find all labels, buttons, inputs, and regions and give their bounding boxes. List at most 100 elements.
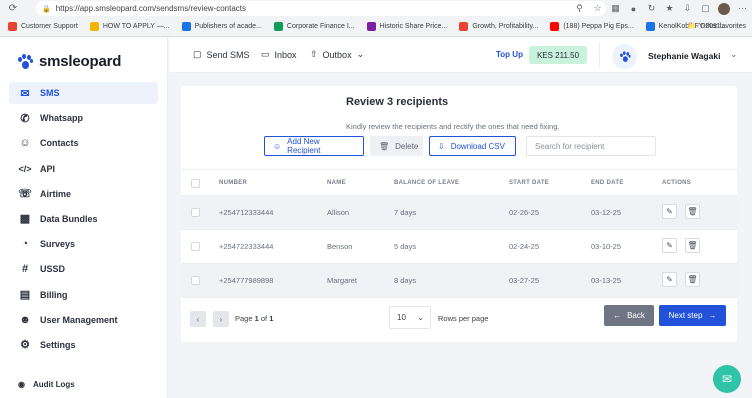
cell-name: Benson [327,242,353,251]
extension-icon[interactable]: ● [628,3,639,14]
select-all-checkbox[interactable] [191,179,200,188]
top-up-link[interactable]: Top Up [496,50,523,59]
edit-icon[interactable]: ✎ [662,238,677,253]
cell-start-date: 02-24-25 [509,242,540,251]
avatar[interactable] [612,44,637,69]
inbox-link[interactable]: ▭ Inbox [261,49,297,60]
extension-icon[interactable]: ▦ [610,3,621,14]
favorites-icon[interactable]: ★ [664,3,675,14]
bookmark-item[interactable]: Customer Support [8,22,78,31]
star-icon[interactable]: ☆ [592,3,603,14]
arrow-left-icon: ← [613,311,622,320]
cell-number: +254777989898 [219,276,274,285]
rows-per-page-select[interactable]: 10 ⌄ [389,306,431,329]
trash-icon[interactable]: 🗑 [685,204,700,219]
bookmark-item[interactable]: Growth, Profitability... [459,22,538,31]
sidebar-item-label: Airtime [40,188,72,199]
send-sms-link[interactable]: ▢ Send SMS [193,49,250,60]
cell-end-date: 03-10-25 [591,242,622,251]
add-recipient-label: Add New Recipient [287,137,321,155]
chat-support-icon[interactable]: ✉ [713,365,741,393]
sidebar-item-data-bundles[interactable]: ▩ Data Bundles [9,208,158,230]
extensions-puzzle-icon[interactable]: ▢ [700,3,711,14]
bar-chart-icon: ▩ [19,213,31,226]
audit-logs-label: Audit Logs [32,380,75,389]
cell-start-date: 02-26-25 [509,208,540,217]
page-subtitle: Kindly review the recipients and rectify… [346,122,560,131]
browser-profile-avatar[interactable] [718,2,730,15]
user-name[interactable]: Stephanie Wagaki [648,51,720,61]
column-header-end-date: END DATE [591,180,624,186]
brand-logo[interactable]: smsleopard [0,37,167,75]
chevron-down-icon[interactable]: ⌄ [730,49,738,60]
edit-icon[interactable]: ✎ [662,204,677,219]
bookmark-icon [550,22,560,31]
rows-per-page-label: Rows per page [438,314,489,323]
row-checkbox[interactable] [191,276,200,285]
sidebar-menu: ✉ SMS ✆ Whatsapp ☺ Contacts </> API ☏ Airtime… [0,82,167,356]
column-header-number: NUMBER [219,180,248,186]
cell-balance: 8 days [394,276,417,285]
next-step-button[interactable]: Next step → [659,305,726,326]
next-page-button[interactable]: › [213,311,229,327]
edit-icon[interactable]: ✎ [662,272,677,287]
add-recipient-button[interactable]: ☺ Add New Recipient [264,136,364,156]
paw-avatar-icon [619,50,631,62]
back-button[interactable]: ← Back [604,305,654,326]
outbox-menu[interactable]: ⇧ Outbox ⌄ [310,49,364,60]
balance-badge: KES 211.50 [529,46,587,64]
cell-end-date: 03-12-25 [591,208,622,217]
lock-icon: 🔒 [42,5,51,13]
bookmarks-bar: Customer Support HOW TO APPLY —... Publi… [0,17,752,37]
sidebar: smsleopard ✉ SMS ✆ Whatsapp ☺ Contacts </> A… [0,37,168,398]
prev-page-button[interactable]: ‹ [190,311,206,327]
trash-icon[interactable]: 🗑 [685,272,700,287]
search-input[interactable] [526,136,656,156]
upload-icon: ⇧ [310,49,318,59]
current-page: 1 [254,314,259,323]
sidebar-item-label: Data Bundles [40,213,98,224]
zoom-icon[interactable]: ⚲ [574,3,585,14]
column-header-name: NAME [327,180,346,186]
bookmark-label: Growth, Profitability... [472,23,539,30]
sidebar-item-contacts[interactable]: ☺ Contacts [9,132,158,154]
sidebar-item-api[interactable]: </> API [9,158,158,180]
brand-name: smsleopard [39,53,122,70]
download-icon: ⇩ [438,141,445,151]
more-icon[interactable]: ⋯ [737,3,748,14]
sidebar-item-surveys[interactable]: ◔ Surveys [9,233,158,255]
rows-per-page-value: 10 [397,313,406,322]
refresh-extension-icon[interactable]: ↻ [646,3,657,14]
sidebar-item-user-management[interactable]: ☻ User Management [9,309,158,331]
row-checkbox[interactable] [191,208,200,217]
cell-name: Allison [327,208,350,217]
audit-logs-link[interactable]: ◉ Audit Logs [18,380,75,389]
bookmark-item[interactable]: HOW TO APPLY —... [89,22,170,31]
bookmark-item[interactable]: Corporate Finance I... [273,22,355,31]
sidebar-item-ussd[interactable]: # USSD [9,258,158,280]
sidebar-item-settings[interactable]: ⚙ Settings [9,334,158,356]
sidebar-item-billing[interactable]: ▤ Billing [9,284,158,306]
bookmark-item[interactable]: Historic Share Price... [366,22,447,31]
bookmark-item[interactable]: Publishers of acade... [181,22,262,31]
bookmark-item[interactable]: (188) Peppa Pig Eps... [550,22,634,31]
other-favorites[interactable]: 📁 Other favorites [687,22,746,31]
cell-balance: 7 days [394,208,417,217]
bookmark-icon [459,22,469,31]
reload-icon[interactable]: ⟳ [6,2,20,16]
sidebar-item-whatsapp[interactable]: ✆ Whatsapp [9,107,158,129]
bookmark-label: HOW TO APPLY —... [102,23,170,30]
row-checkbox[interactable] [191,242,200,251]
phone-icon: ☏ [18,188,32,201]
download-csv-button[interactable]: ⇩ Download CSV [429,136,516,156]
sidebar-item-airtime[interactable]: ☏ Airtime [9,183,158,205]
cell-number: +254722333444 [219,242,274,251]
delete-button[interactable]: 🗑 Delete [370,136,423,156]
sidebar-item-sms[interactable]: ✉ SMS [9,82,158,104]
folder-icon: 📁 [687,23,697,30]
trash-icon[interactable]: 🗑 [685,238,700,253]
total-pages: 1 [269,314,274,323]
download-icon[interactable]: ⇩ [682,3,693,14]
cell-name: Margaret [327,276,358,285]
address-bar[interactable]: 🔒 https://app.smsleopard.com/sendsms/rev… [36,1,606,16]
